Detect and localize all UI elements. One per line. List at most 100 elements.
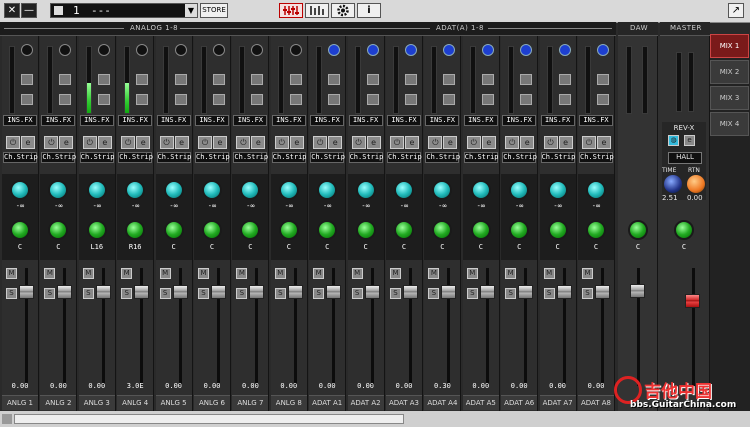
insert-fx-label[interactable]: INS.FX bbox=[502, 115, 537, 126]
fader-handle[interactable] bbox=[172, 284, 188, 299]
fader-handle[interactable] bbox=[249, 284, 265, 299]
pan-knob[interactable] bbox=[470, 220, 491, 240]
edit-icon[interactable]: e bbox=[328, 136, 343, 149]
phantom-button[interactable] bbox=[366, 94, 379, 105]
pan-knob[interactable] bbox=[394, 220, 414, 240]
phase-button[interactable] bbox=[520, 74, 533, 85]
mute-button[interactable]: M bbox=[582, 268, 593, 279]
mic-input-icon[interactable] bbox=[136, 44, 149, 56]
expand-window-button[interactable]: ↗ bbox=[728, 3, 744, 18]
minimize-button[interactable]: — bbox=[21, 3, 37, 18]
mute-button[interactable]: M bbox=[466, 268, 478, 279]
phantom-button[interactable] bbox=[597, 94, 609, 105]
pan-knob[interactable] bbox=[278, 220, 299, 240]
fader-handle[interactable] bbox=[364, 284, 380, 299]
fader-handle[interactable] bbox=[95, 284, 111, 299]
fader-handle[interactable] bbox=[211, 284, 226, 299]
mute-button[interactable]: M bbox=[313, 268, 325, 279]
mute-button[interactable]: M bbox=[428, 268, 440, 279]
solo-button[interactable]: S bbox=[543, 288, 555, 299]
edit-icon[interactable]: e bbox=[481, 136, 496, 149]
send-knob[interactable] bbox=[470, 180, 491, 200]
solo-button[interactable]: S bbox=[428, 288, 440, 299]
digital-input-icon[interactable] bbox=[558, 44, 571, 56]
power-icon[interactable]: ⏻ bbox=[274, 136, 289, 149]
fader-handle[interactable] bbox=[403, 284, 418, 299]
insert-fx-label[interactable]: INS.FX bbox=[425, 115, 460, 126]
mix-4-button[interactable]: MIX 4 bbox=[710, 112, 749, 136]
insert-fx-label[interactable]: INS.FX bbox=[271, 115, 306, 126]
insert-fx-label[interactable]: INS.FX bbox=[41, 115, 76, 126]
solo-button[interactable]: S bbox=[466, 288, 478, 299]
edit-icon[interactable]: e bbox=[443, 136, 458, 149]
power-icon[interactable]: ⏻ bbox=[82, 136, 97, 149]
edit-icon[interactable]: e bbox=[97, 136, 112, 149]
solo-button[interactable]: S bbox=[44, 288, 56, 299]
mute-button[interactable]: M bbox=[351, 268, 363, 279]
edit-icon[interactable]: e bbox=[405, 136, 419, 149]
send-knob[interactable] bbox=[202, 180, 222, 200]
send-knob[interactable] bbox=[163, 180, 184, 200]
edit-icon[interactable]: e bbox=[59, 136, 74, 149]
mute-button[interactable]: M bbox=[543, 268, 555, 279]
mic-input-icon[interactable] bbox=[289, 44, 302, 56]
solo-button[interactable]: S bbox=[121, 288, 133, 299]
send-knob[interactable] bbox=[10, 180, 30, 200]
pan-knob[interactable] bbox=[355, 220, 376, 240]
scroll-left-icon[interactable] bbox=[2, 414, 12, 424]
insert-fx-label[interactable]: INS.FX bbox=[579, 115, 613, 126]
phase-button[interactable] bbox=[97, 74, 110, 85]
insert-fx-label[interactable]: INS.FX bbox=[310, 115, 345, 126]
channel-strip-label[interactable]: Ch.Strip bbox=[310, 152, 345, 163]
phantom-button[interactable] bbox=[481, 94, 494, 105]
channel-strip-label[interactable]: Ch.Strip bbox=[579, 152, 614, 163]
phase-button[interactable] bbox=[328, 74, 341, 85]
phantom-button[interactable] bbox=[213, 94, 225, 105]
phantom-button[interactable] bbox=[328, 94, 341, 105]
phantom-button[interactable] bbox=[59, 94, 72, 105]
mic-input-icon[interactable] bbox=[213, 44, 225, 56]
phantom-button[interactable] bbox=[289, 94, 302, 105]
mute-button[interactable]: M bbox=[6, 268, 17, 279]
digital-input-icon[interactable] bbox=[443, 44, 456, 56]
edit-icon[interactable]: e bbox=[366, 136, 381, 149]
power-icon[interactable]: ⏻ bbox=[466, 136, 481, 149]
insert-fx-label[interactable]: INS.FX bbox=[118, 115, 153, 126]
fader-handle[interactable] bbox=[630, 284, 645, 298]
phantom-button[interactable] bbox=[174, 94, 187, 105]
solo-button[interactable]: S bbox=[313, 288, 325, 299]
fader-handle[interactable] bbox=[556, 284, 572, 299]
phantom-button[interactable] bbox=[558, 94, 571, 105]
channel-strip-label[interactable]: Ch.Strip bbox=[41, 152, 76, 163]
channel-strip-label[interactable]: Ch.Strip bbox=[387, 152, 422, 163]
insert-fx-label[interactable]: INS.FX bbox=[156, 115, 191, 126]
power-icon[interactable]: ⏻ bbox=[351, 136, 366, 149]
info-icon[interactable]: i bbox=[357, 3, 381, 18]
edit-icon[interactable]: e bbox=[520, 136, 535, 149]
phase-button[interactable] bbox=[213, 74, 225, 85]
mix-2-button[interactable]: MIX 2 bbox=[710, 60, 749, 84]
mute-button[interactable]: M bbox=[121, 268, 133, 279]
power-icon[interactable]: ⏻ bbox=[44, 136, 59, 149]
solo-button[interactable]: S bbox=[351, 288, 363, 299]
phase-button[interactable] bbox=[558, 74, 571, 85]
power-icon[interactable]: ⏻ bbox=[6, 136, 20, 149]
chevron-down-icon[interactable]: ▼ bbox=[185, 4, 197, 17]
scrollbar-thumb[interactable] bbox=[14, 414, 404, 424]
phase-button[interactable] bbox=[21, 74, 33, 85]
power-icon[interactable]: ⏻ bbox=[582, 136, 596, 149]
phantom-button[interactable] bbox=[251, 94, 264, 105]
solo-button[interactable]: S bbox=[236, 288, 248, 299]
mic-input-icon[interactable] bbox=[174, 44, 187, 56]
insert-fx-label[interactable]: INS.FX bbox=[3, 115, 37, 126]
phase-button[interactable] bbox=[405, 74, 417, 85]
fader-handle[interactable] bbox=[19, 284, 34, 299]
phantom-button[interactable] bbox=[97, 94, 110, 105]
mute-button[interactable]: M bbox=[390, 268, 401, 279]
pan-knob[interactable] bbox=[163, 220, 184, 240]
pan-knob[interactable] bbox=[202, 220, 222, 240]
solo-button[interactable]: S bbox=[390, 288, 401, 299]
scene-selector[interactable]: 1 --- ▼ bbox=[50, 3, 198, 18]
channel-strip-label[interactable]: Ch.Strip bbox=[425, 152, 460, 163]
mute-button[interactable]: M bbox=[198, 268, 209, 279]
